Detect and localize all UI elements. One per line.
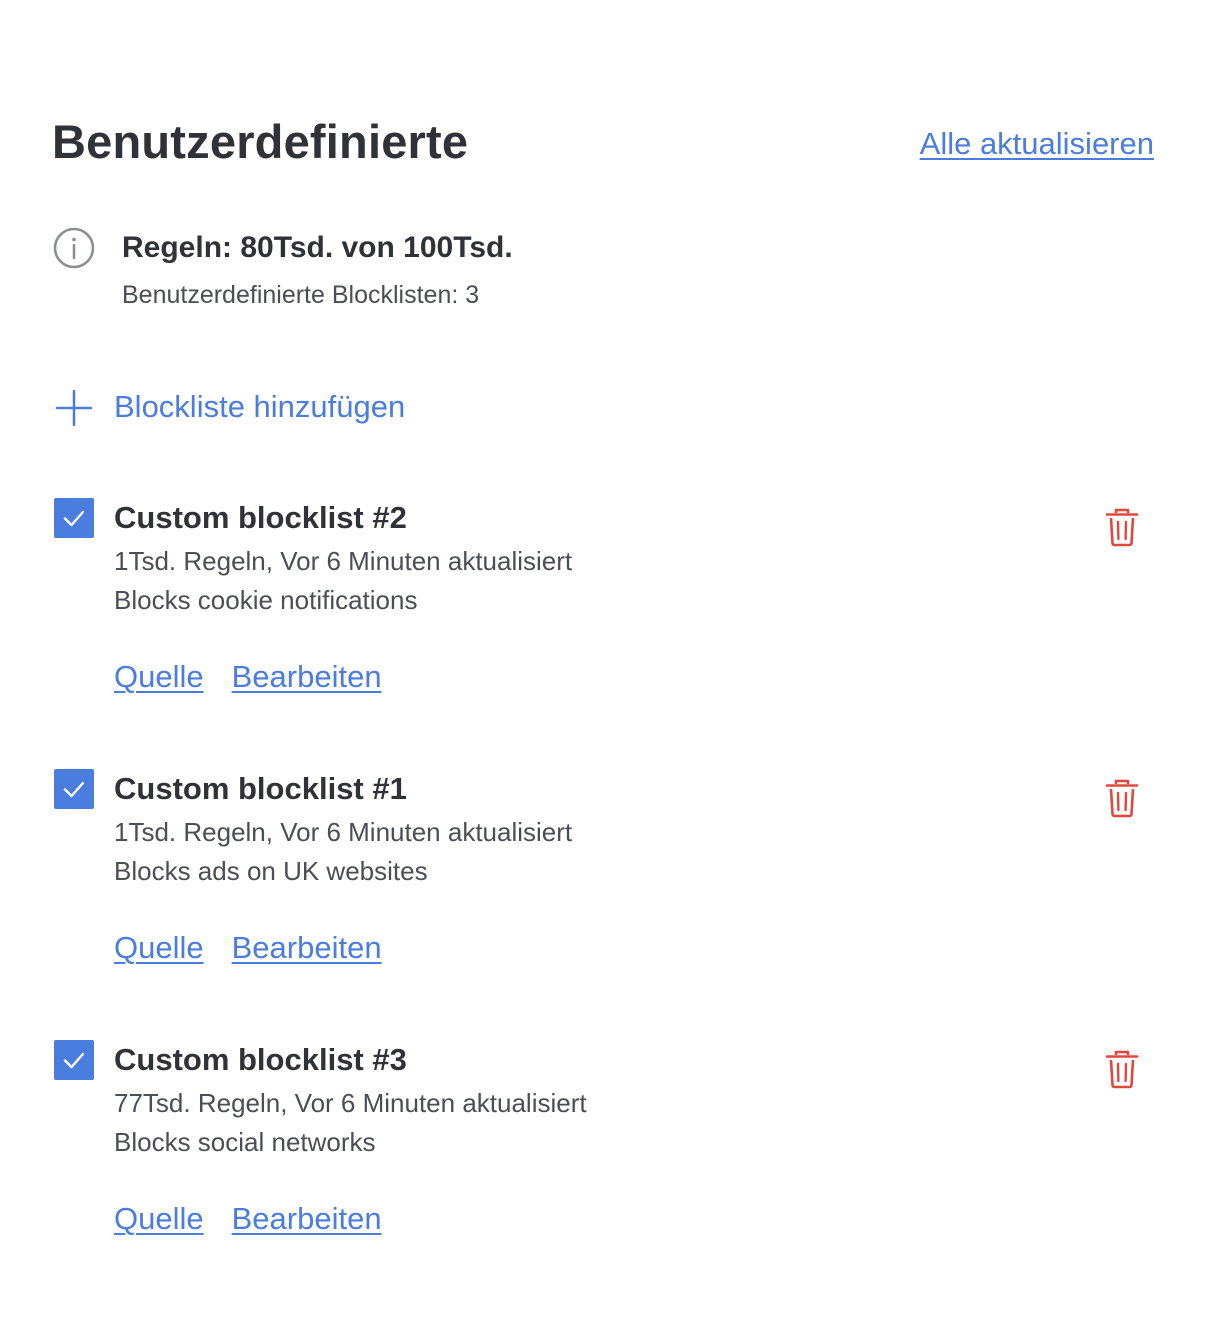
blocklist-description: Blocks cookie notifications <box>114 585 418 615</box>
checkmark-icon <box>63 510 85 527</box>
blocklist-meta: 1Tsd. Regeln, Vor 6 Minuten aktualisiert <box>114 546 573 576</box>
edit-link[interactable]: Bearbeiten <box>232 1201 382 1236</box>
blocklist-description: Blocks ads on UK websites <box>114 856 428 886</box>
blocklist-meta: 77Tsd. Regeln, Vor 6 Minuten aktualisier… <box>114 1088 587 1118</box>
rules-usage: Regeln: 80Tsd. von 100Tsd. <box>122 231 513 264</box>
blocklist-description: Blocks social networks <box>114 1127 376 1157</box>
blocklist-checkbox[interactable] <box>54 498 94 538</box>
blocklist-title: Custom blocklist #1 <box>114 771 407 806</box>
source-link[interactable]: Quelle <box>114 659 204 694</box>
header: Benutzerdefinierte Alle aktualisieren <box>52 108 1154 178</box>
blocklist-meta: 1Tsd. Regeln, Vor 6 Minuten aktualisiert <box>114 817 573 847</box>
checkmark-icon <box>63 781 85 798</box>
blocklist-item: Custom blocklist #3 77Tsd. Regeln, Vor 6… <box>52 1036 1154 1307</box>
rules-info: Regeln: 80Tsd. von 100Tsd. Benutzerdefin… <box>52 226 952 316</box>
blocklist-item: Custom blocklist #2 1Tsd. Regeln, Vor 6 … <box>52 494 1154 765</box>
checkmark-icon <box>63 1052 85 1069</box>
trash-icon[interactable] <box>1102 777 1142 819</box>
add-blocklist-label: Blockliste hinzufügen <box>114 389 406 424</box>
blocklist-links: Quelle Bearbeiten <box>114 1199 410 1239</box>
blocklist-links: Quelle Bearbeiten <box>114 657 410 697</box>
blocklist-count: Benutzerdefinierte Blocklisten: 3 <box>122 281 480 309</box>
trash-icon[interactable] <box>1102 506 1142 548</box>
source-link[interactable]: Quelle <box>114 930 204 965</box>
blocklist-list: Custom blocklist #2 1Tsd. Regeln, Vor 6 … <box>52 494 1154 1307</box>
blocklist-item: Custom blocklist #1 1Tsd. Regeln, Vor 6 … <box>52 765 1154 1036</box>
add-blocklist-button[interactable]: Blockliste hinzufügen <box>52 382 652 432</box>
blocklist-title: Custom blocklist #2 <box>114 500 407 535</box>
blocklist-checkbox[interactable] <box>54 769 94 809</box>
page-title: Benutzerdefinierte <box>52 115 469 168</box>
source-link[interactable]: Quelle <box>114 1201 204 1236</box>
trash-icon[interactable] <box>1102 1048 1142 1090</box>
blocklist-links: Quelle Bearbeiten <box>114 928 410 968</box>
info-icon <box>53 227 95 269</box>
edit-link[interactable]: Bearbeiten <box>232 930 382 965</box>
update-all-link[interactable]: Alle aktualisieren <box>920 124 1154 164</box>
blocklist-checkbox[interactable] <box>54 1040 94 1080</box>
edit-link[interactable]: Bearbeiten <box>232 659 382 694</box>
plus-icon <box>55 389 93 427</box>
blocklist-title: Custom blocklist #3 <box>114 1042 407 1077</box>
